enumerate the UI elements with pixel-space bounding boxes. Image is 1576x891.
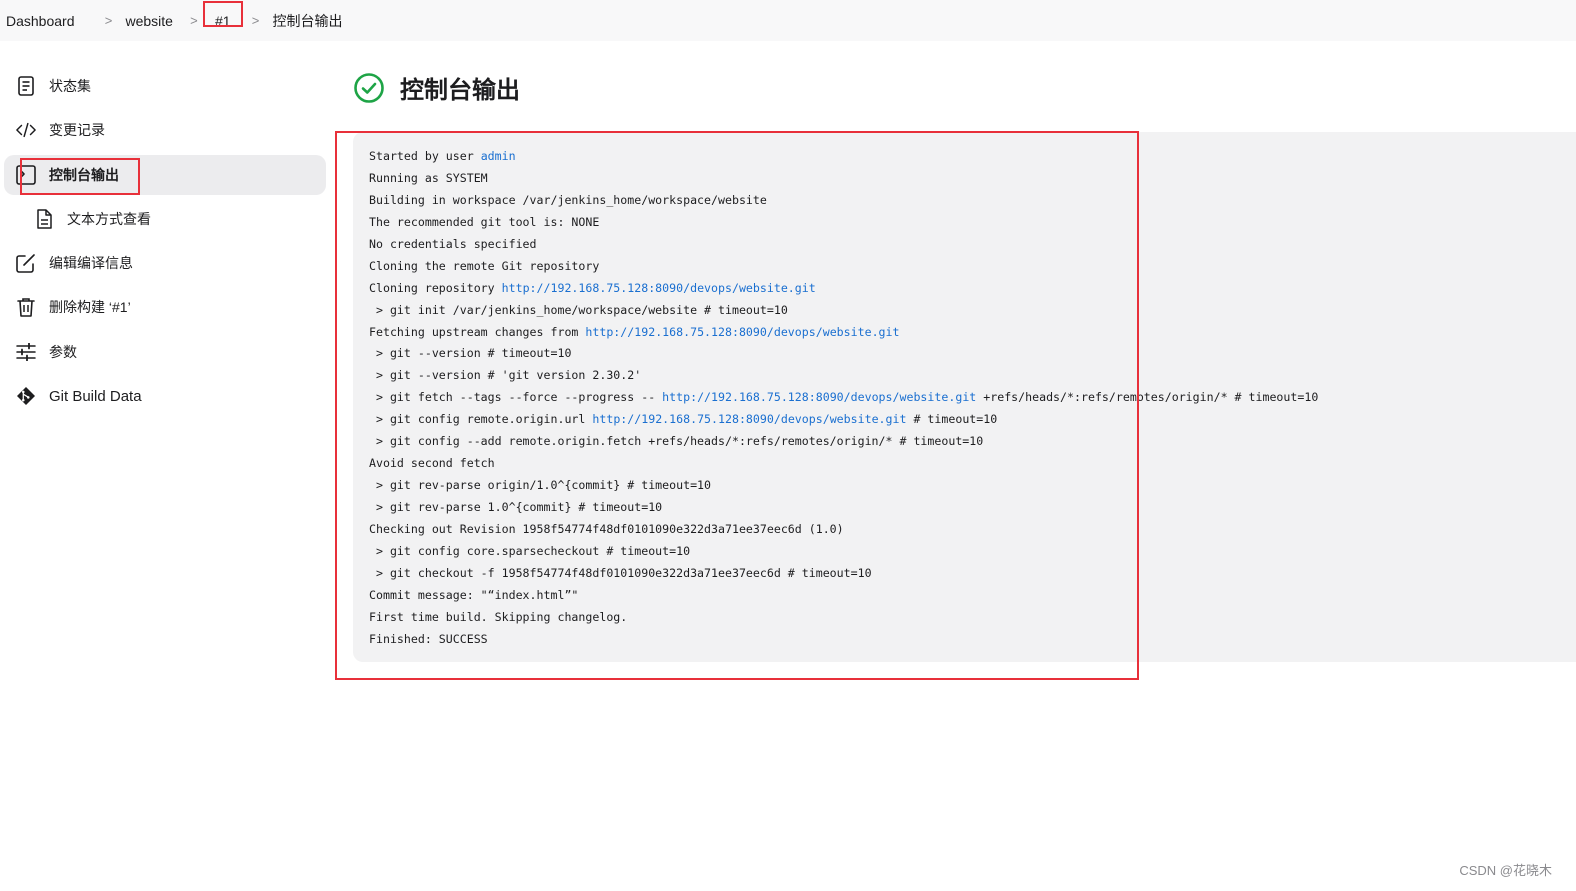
sidebar-item-console-output[interactable]: 控制台输出 bbox=[4, 154, 326, 195]
console-text: Running as SYSTEM bbox=[369, 170, 488, 185]
sidebar-item-label: Git Build Data bbox=[49, 387, 142, 405]
console-link[interactable]: http://192.168.75.128:8090/devops/websit… bbox=[585, 325, 899, 339]
console-line: Cloning repository http://192.168.75.128… bbox=[369, 278, 1560, 300]
console-text: > git config remote.origin.url bbox=[369, 412, 593, 427]
breadcrumb-build-wrapper: #1 bbox=[202, 0, 243, 29]
console-text: Cloning repository bbox=[369, 280, 502, 295]
trash-icon bbox=[16, 297, 36, 318]
sidebar-item-delete-build[interactable]: 删除构建 ‘#1’ bbox=[4, 287, 326, 327]
sidebar-item-label: 控制台输出 bbox=[49, 166, 119, 183]
console-text: > git config --add remote.origin.fetch +… bbox=[369, 434, 984, 449]
sidebar-item-label: 编辑编译信息 bbox=[49, 255, 133, 272]
chevron-right-icon: > bbox=[104, 13, 113, 28]
sidebar-item-label: 文本方式查看 bbox=[67, 210, 151, 227]
breadcrumb-website[interactable]: website bbox=[126, 13, 173, 29]
console-line: > git rev-parse 1.0^{commit} # timeout=1… bbox=[369, 497, 1560, 519]
console-line: > git config core.sparsecheckout # timeo… bbox=[369, 541, 1560, 563]
console-line: Avoid second fetch bbox=[369, 453, 1560, 475]
console-text: Cloning the remote Git repository bbox=[369, 258, 600, 273]
console-text: > git config core.sparsecheckout # timeo… bbox=[369, 543, 691, 558]
sidebar-item-git-build-data[interactable]: Git Build Data bbox=[4, 376, 326, 416]
sidebar-item-edit-build-info[interactable]: 编辑编译信息 bbox=[4, 243, 326, 283]
breadcrumb-dashboard[interactable]: Dashboard bbox=[6, 13, 75, 29]
console-line: First time build. Skipping changelog. bbox=[369, 607, 1560, 629]
sidebar-item-label: 参数 bbox=[49, 343, 77, 360]
console-text: > git fetch --tags --force --progress -- bbox=[369, 390, 663, 405]
console-line: Running as SYSTEM bbox=[369, 168, 1560, 190]
console-text: > git checkout -f 1958f54774f48df0101090… bbox=[369, 565, 872, 580]
console-link[interactable]: http://192.168.75.128:8090/devops/websit… bbox=[662, 390, 976, 404]
console-text: > git rev-parse origin/1.0^{commit} # ti… bbox=[369, 478, 712, 493]
console-line: Commit message: "“index.html”" bbox=[369, 585, 1560, 607]
page-header: 控制台输出 bbox=[353, 70, 520, 105]
console-text: Finished: SUCCESS bbox=[369, 631, 488, 646]
breadcrumb: Dashboard > website > #1 > 控制台输出 bbox=[0, 0, 1576, 41]
console-line: > git rev-parse origin/1.0^{commit} # ti… bbox=[369, 475, 1560, 497]
sidebar-item-label: 删除构建 ‘#1’ bbox=[49, 299, 131, 316]
code-icon bbox=[16, 120, 36, 140]
sidebar-item-changes[interactable]: 变更记录 bbox=[4, 110, 326, 150]
watermark: CSDN @花晓木 bbox=[1459, 863, 1552, 878]
console-link[interactable]: http://192.168.75.128:8090/devops/websit… bbox=[502, 281, 816, 295]
console-line: > git config remote.origin.url http://19… bbox=[369, 409, 1560, 431]
console-text: No credentials specified bbox=[369, 236, 537, 251]
console-line: Building in workspace /var/jenkins_home/… bbox=[369, 190, 1560, 212]
file-text-icon bbox=[34, 209, 54, 229]
page-title: 控制台输出 bbox=[400, 77, 520, 104]
console-line: Finished: SUCCESS bbox=[369, 629, 1560, 651]
console-text: > git rev-parse 1.0^{commit} # timeout=1… bbox=[369, 500, 663, 514]
console-text: Started by user bbox=[369, 149, 481, 163]
console-line: Started by user admin bbox=[369, 146, 1560, 168]
console-line: > git --version # timeout=10 bbox=[369, 343, 1560, 365]
console-text: +refs/heads/*:refs/remotes/origin/* # ti… bbox=[976, 390, 1319, 405]
sidebar-item-parameters[interactable]: 参数 bbox=[4, 332, 326, 372]
console-link[interactable]: admin bbox=[481, 149, 516, 163]
console-line: > git fetch --tags --force --progress --… bbox=[369, 387, 1560, 409]
sliders-icon bbox=[16, 342, 36, 362]
console-text: Checking out Revision 1958f54774f48df010… bbox=[369, 521, 844, 536]
console-text: The recommended git tool is: NONE bbox=[369, 214, 600, 229]
console-line: No credentials specified bbox=[369, 234, 1560, 256]
console-output: Started by user admin Running as SYSTEM Bu… bbox=[353, 132, 1576, 662]
breadcrumb-console-output: 控制台输出 bbox=[272, 12, 343, 29]
chevron-right-icon: > bbox=[251, 13, 260, 28]
sidebar-item-view-as-text[interactable]: 文本方式查看 bbox=[4, 199, 326, 239]
console-line: Checking out Revision 1958f54774f48df010… bbox=[369, 519, 1560, 541]
console-text: Commit message: "“index.html”" bbox=[369, 587, 579, 602]
document-icon bbox=[16, 76, 36, 96]
console-text: > git init /var/jenkins_home/workspace/w… bbox=[369, 302, 788, 317]
console-text: First time build. Skipping changelog. bbox=[369, 609, 628, 624]
terminal-icon bbox=[16, 164, 36, 185]
console-text: # timeout=10 bbox=[906, 412, 998, 427]
console-text: Avoid second fetch bbox=[369, 456, 495, 471]
console-line: > git --version # 'git version 2.30.2' bbox=[369, 365, 1560, 387]
console-line: > git config --add remote.origin.fetch +… bbox=[369, 431, 1560, 453]
console-line: Fetching upstream changes from http://19… bbox=[369, 322, 1560, 344]
git-icon bbox=[16, 386, 36, 406]
console-text: > git --version # 'git version 2.30.2' bbox=[369, 368, 642, 383]
sidebar-item-status[interactable]: 状态集 bbox=[4, 66, 326, 106]
console-link[interactable]: http://192.168.75.128:8090/devops/websit… bbox=[592, 412, 906, 426]
console-text: > git --version # timeout=10 bbox=[369, 346, 572, 361]
annotation-highlight-box bbox=[202, 0, 243, 27]
check-circle-icon bbox=[353, 72, 385, 104]
console-line: The recommended git tool is: NONE bbox=[369, 212, 1560, 234]
sidebar-item-label: 状态集 bbox=[49, 78, 91, 94]
console-line: > git checkout -f 1958f54774f48df0101090… bbox=[369, 563, 1560, 585]
console-text: Building in workspace /var/jenkins_home/… bbox=[369, 192, 767, 207]
sidebar-item-label: 变更记录 bbox=[49, 122, 105, 139]
edit-icon bbox=[16, 253, 36, 273]
console-line: Cloning the remote Git repository bbox=[369, 256, 1560, 278]
sidebar-tasks: 状态集 变更记录 控制台输出 文本方式查看 编辑编译信息 删除构建 ‘#1’ 参… bbox=[4, 66, 326, 420]
console-line: > git init /var/jenkins_home/workspace/w… bbox=[369, 300, 1560, 322]
chevron-right-icon: > bbox=[190, 13, 198, 28]
console-text: Fetching upstream changes from bbox=[369, 324, 586, 339]
